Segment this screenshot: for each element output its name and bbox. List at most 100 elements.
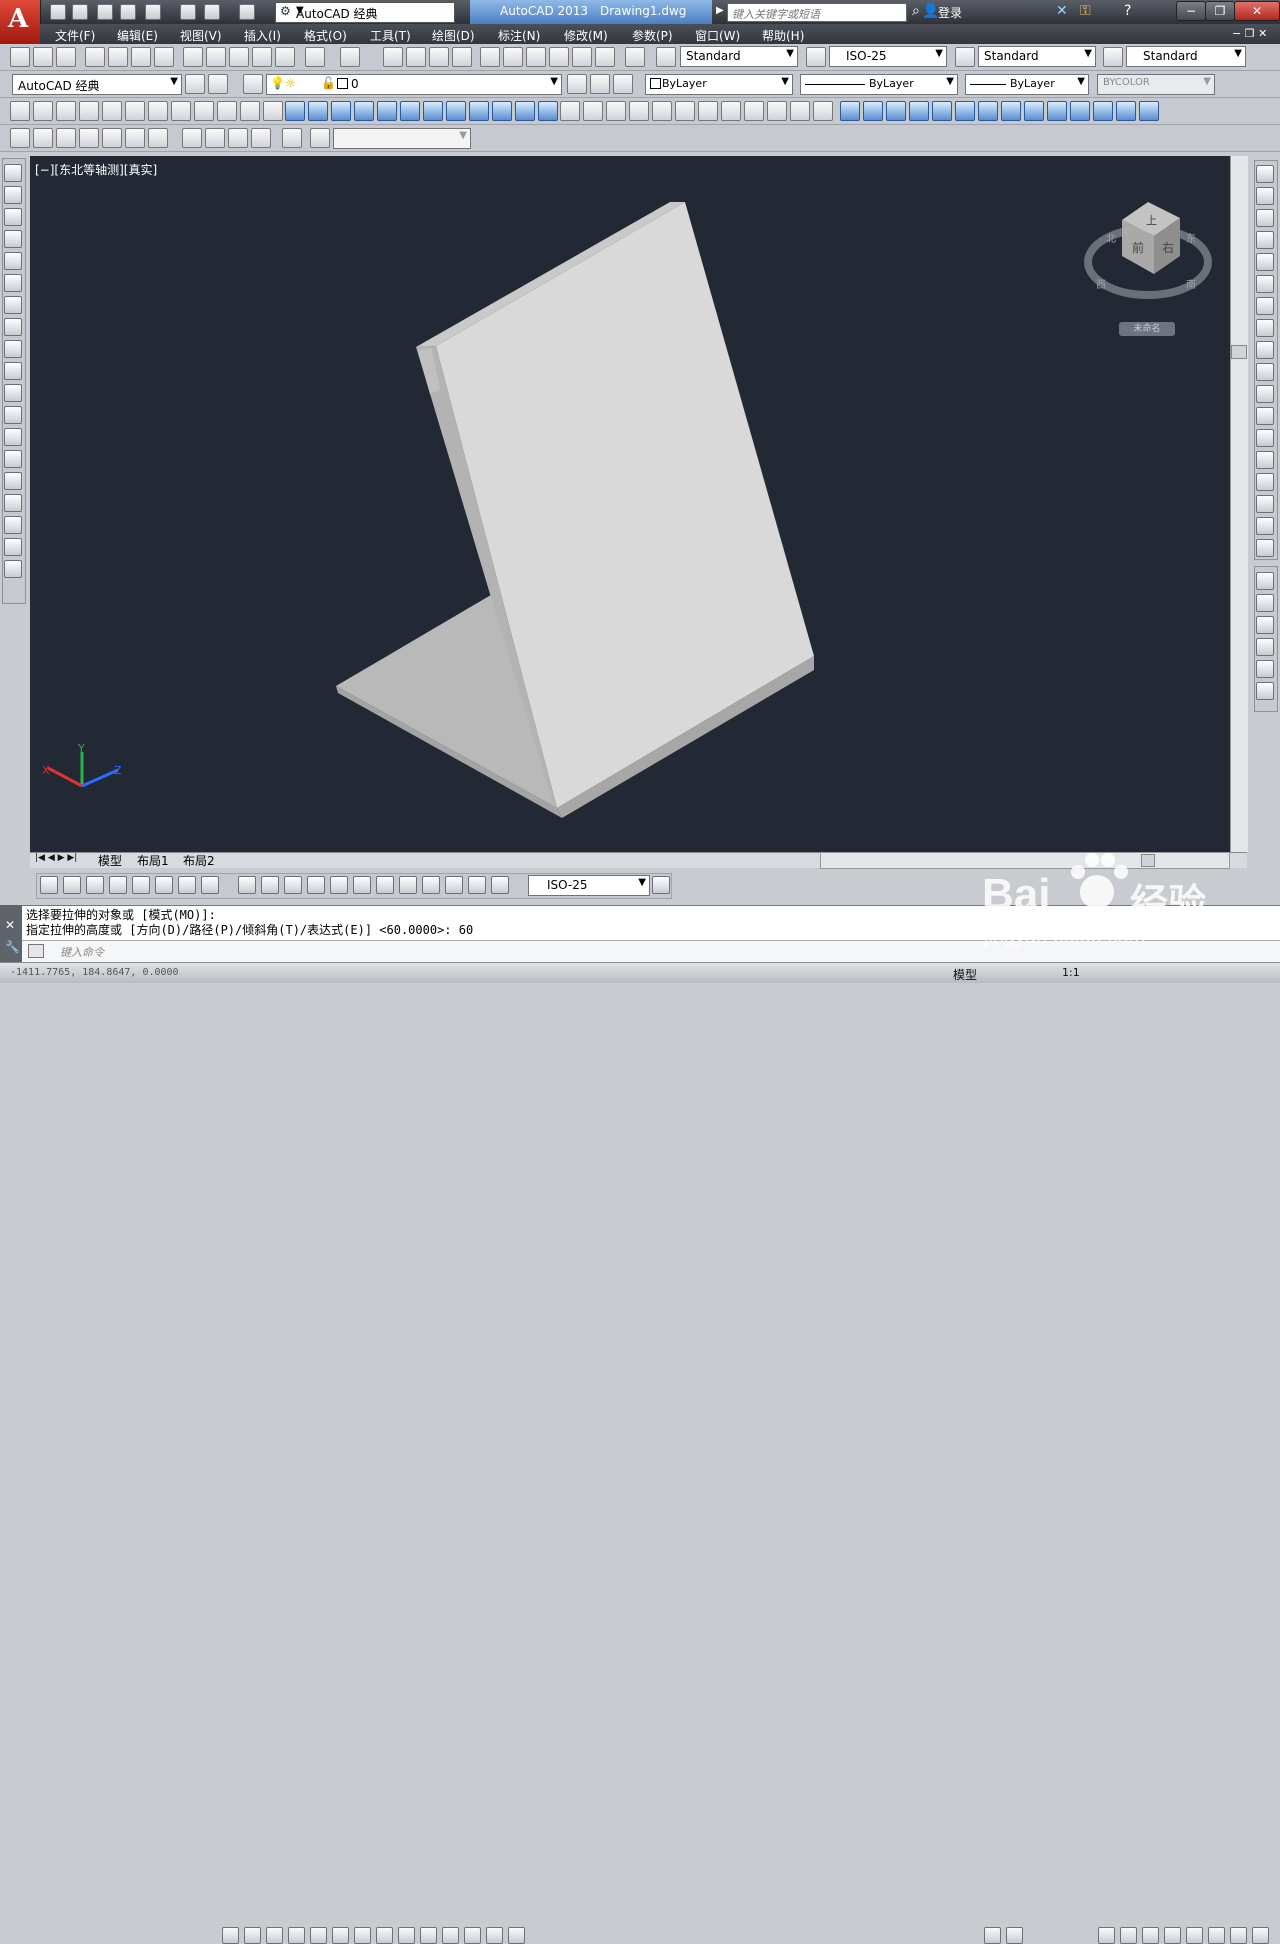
doc-window-controls[interactable]: − ❐ ✕ [1232,27,1267,40]
aligned-icon[interactable] [261,876,279,894]
menu-file[interactable]: 文件(F) [55,27,95,44]
grid-icon[interactable] [266,1927,283,1944]
planar-surface-icon[interactable] [744,101,764,121]
tab-model[interactable]: 模型 [98,852,122,869]
quick-view-layouts-icon[interactable] [984,1927,1001,1944]
workspace-settings-icon[interactable] [185,74,205,94]
planar-surface-icon[interactable] [194,101,214,121]
named-view-dropdown[interactable]: ▼ [333,128,471,149]
search-input[interactable]: 键入关键字或短语 [727,3,907,22]
loft-icon[interactable] [1139,101,1159,121]
torus-icon[interactable] [978,101,998,121]
explode-icon[interactable] [1256,539,1274,557]
send-under-icon[interactable] [1256,638,1274,656]
planar-surface-icon[interactable] [469,101,489,121]
plotstyle-dropdown[interactable]: BYCOLOR ▼ [1097,74,1215,95]
sweep-icon[interactable] [1093,101,1113,121]
view-top-icon[interactable] [282,128,302,148]
wedge-icon[interactable] [33,101,53,121]
vertical-scroll-thumb[interactable] [1231,345,1247,359]
layer-previous-icon[interactable] [590,74,610,94]
scale-icon[interactable] [1256,319,1274,337]
torus-icon[interactable] [423,101,443,121]
color-dropdown[interactable]: ByLayer ▼ [645,74,793,95]
jogged-icon[interactable] [353,876,371,894]
view-left-icon[interactable] [228,128,248,148]
linear-icon[interactable] [40,876,58,894]
presspull-icon[interactable] [515,101,535,121]
torus-icon[interactable] [698,101,718,121]
cylinder-icon[interactable] [377,101,397,121]
workspace-switching-icon[interactable] [1142,1927,1159,1944]
qnew-icon[interactable] [10,47,30,67]
trim-icon[interactable] [1256,363,1274,381]
save-icon[interactable] [97,4,113,20]
selection-cycling-icon[interactable] [508,1927,525,1944]
open-icon[interactable] [72,4,88,20]
open-icon[interactable] [33,47,53,67]
mirror-icon[interactable] [1256,209,1274,227]
calculator-icon[interactable] [595,47,615,67]
paste-icon[interactable] [229,47,249,67]
help-icon[interactable]: ? [1124,3,1131,19]
bring-above-icon[interactable] [1256,616,1274,634]
menu-view[interactable]: 视图(V) [180,27,222,44]
infer-constraints-icon[interactable] [222,1927,239,1944]
copy-icon[interactable] [206,47,226,67]
rectangle-icon[interactable] [4,252,22,270]
tab-layout2[interactable]: 布局2 [183,852,215,869]
dyn-icon[interactable] [420,1927,437,1944]
mleader-style-icon[interactable] [1103,47,1123,67]
planar-surface-icon[interactable] [1024,101,1044,121]
match-properties-icon[interactable] [252,47,272,67]
plot-icon[interactable] [180,4,196,20]
sphere-icon[interactable] [629,101,649,121]
ortho-icon[interactable] [288,1927,305,1944]
linetype-dropdown[interactable]: ByLayer ▼ [800,74,958,95]
view-bottom-icon[interactable] [33,128,53,148]
join-icon[interactable] [1256,451,1274,469]
quick-properties-icon[interactable] [486,1927,503,1944]
polar-icon[interactable] [310,1927,327,1944]
redo-icon[interactable] [239,4,255,20]
markup-icon[interactable] [572,47,592,67]
lock-ui-icon[interactable] [1164,1927,1181,1944]
undo-icon[interactable] [204,4,220,20]
application-menu-button[interactable]: A [0,0,41,44]
arc-length-icon[interactable] [284,876,302,894]
menu-insert[interactable]: 插入(I) [244,27,281,44]
table-icon[interactable] [4,538,22,556]
design-center-icon[interactable] [503,47,523,67]
box-icon[interactable] [840,101,860,121]
view-sw-iso-icon[interactable] [148,128,168,148]
lineweight-dropdown[interactable]: ByLayer ▼ [965,74,1089,95]
view-right-icon[interactable] [79,128,99,148]
model-space-button[interactable]: 模型 [953,966,977,983]
extend-icon[interactable] [1256,385,1274,403]
workspace-toolbar-dropdown[interactable]: AutoCAD 经典 ▼ [12,74,182,95]
dim-style-dropdown[interactable]: ISO-25 ▼ [829,46,947,67]
publish-icon[interactable] [145,4,161,20]
sphere-icon[interactable] [79,101,99,121]
menu-draw[interactable]: 绘图(D) [432,27,475,44]
polysolid-icon[interactable] [171,101,191,121]
radius-icon[interactable] [330,876,348,894]
snap-icon[interactable] [244,1927,261,1944]
pyramid-icon[interactable] [675,101,695,121]
region-icon[interactable] [4,516,22,534]
polysolid-icon[interactable] [446,101,466,121]
view-left-icon[interactable] [56,128,76,148]
drawing-viewport[interactable]: [−][东北等轴测][真实] 上 前 右 北 东 南 西 未命名 Y X Z [30,156,1230,852]
offset-icon[interactable] [1256,231,1274,249]
binoculars-icon[interactable]: ⌕ [912,3,920,19]
text-style-dropdown[interactable]: Standard ▼ [680,46,798,67]
box-icon[interactable] [285,101,305,121]
gradient-icon[interactable] [4,494,22,512]
extrude-icon[interactable] [1047,101,1067,121]
auto-scale-icon[interactable] [1120,1927,1137,1944]
view-top-icon[interactable] [182,128,202,148]
angular-icon[interactable] [201,876,219,894]
multiline-text-icon[interactable] [4,560,22,578]
table-style-icon[interactable] [955,47,975,67]
status-tray-icon[interactable] [1230,1927,1247,1944]
